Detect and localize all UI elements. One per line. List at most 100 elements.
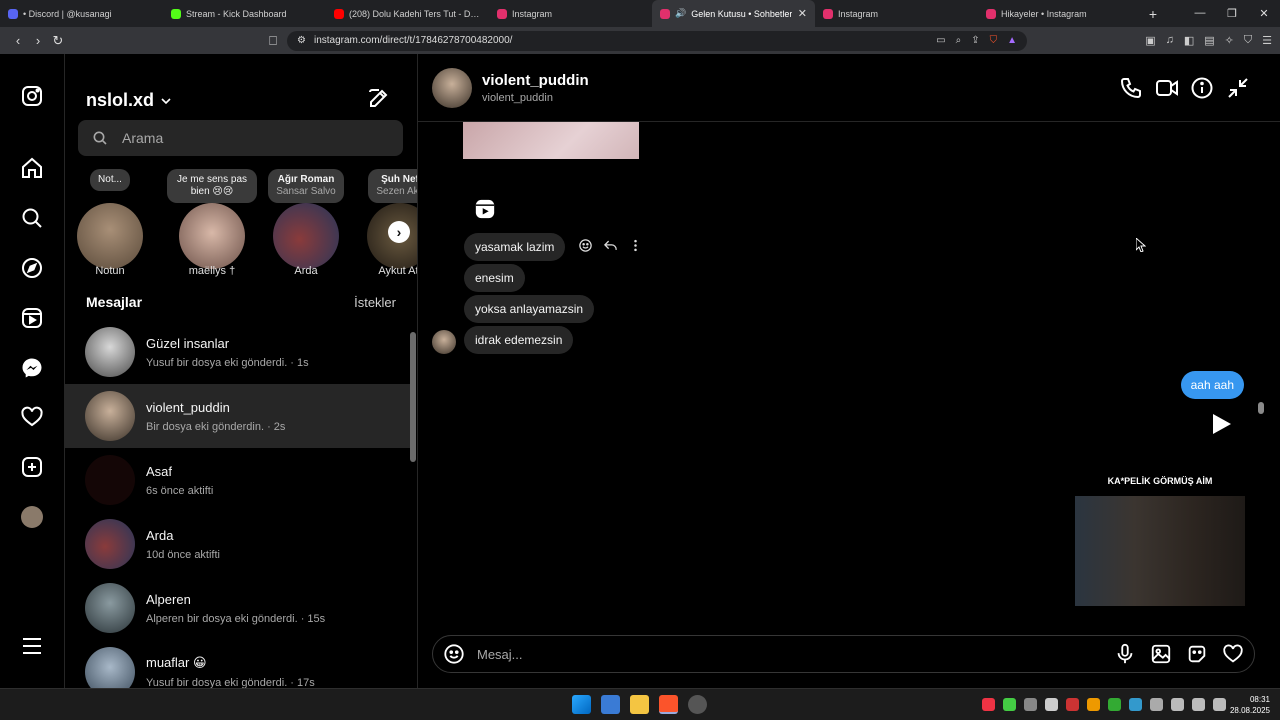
wallet-icon[interactable]: ▣ xyxy=(1145,34,1155,47)
video-call-icon[interactable] xyxy=(1155,76,1179,100)
image-upload-icon[interactable] xyxy=(1150,643,1172,665)
react-emoji-icon[interactable] xyxy=(578,238,593,253)
volume-icon[interactable] xyxy=(1192,698,1205,711)
inbox-scrollbar[interactable] xyxy=(409,324,417,684)
explore-icon[interactable] xyxy=(20,256,44,280)
chat-avatar[interactable] xyxy=(432,68,472,108)
url-field[interactable]: ⚙ instagram.com/direct/t/178462787004820… xyxy=(287,30,1027,51)
sticker-icon[interactable] xyxy=(1186,643,1208,665)
tray-app-icon[interactable] xyxy=(1045,698,1058,711)
conversation-item[interactable]: Arda 10d önce aktifti xyxy=(65,512,410,576)
chat-scrollbar[interactable] xyxy=(1257,124,1265,618)
browser-tab[interactable]: Instagram xyxy=(489,0,652,27)
new-tab-icon[interactable]: + xyxy=(1141,6,1165,22)
browser-tab[interactable]: (208) Dolu Kadehi Ters Tut - Dilerim xyxy=(326,0,489,27)
file-explorer-icon[interactable] xyxy=(630,695,649,714)
forward-icon[interactable]: › xyxy=(28,33,48,48)
incoming-message[interactable]: yoksa anlayamazsin xyxy=(464,295,595,323)
site-info-icon[interactable]: ⚙ xyxy=(297,35,306,46)
browser-tab[interactable]: • Discord | @kusanagi xyxy=(0,0,163,27)
conversation-item[interactable]: Asaf 6s önce aktifti xyxy=(65,448,410,512)
instagram-logo-icon[interactable] xyxy=(20,84,44,108)
vpn-icon[interactable]: ⛉ xyxy=(1244,34,1252,47)
media-icon[interactable]: ♫ xyxy=(1166,34,1174,47)
incoming-message[interactable]: idrak edemezsin xyxy=(464,326,574,354)
conversation-item[interactable]: Güzel insanlar Yusuf bir dosya eki gönder… xyxy=(65,320,410,384)
widgets-icon[interactable] xyxy=(601,695,620,714)
search-icon[interactable] xyxy=(20,206,44,230)
note-item[interactable]: Ağır Roman Sansar Salvo Arda xyxy=(261,169,351,277)
tray-app-icon[interactable] xyxy=(1024,698,1037,711)
microphone-icon[interactable] xyxy=(1150,698,1163,711)
menu-icon[interactable]: ☰ xyxy=(1262,34,1272,47)
play-icon[interactable] xyxy=(1210,412,1232,436)
incoming-message[interactable]: yasamak lazim xyxy=(464,233,566,261)
zoom-icon[interactable]: ⌕ xyxy=(956,35,962,46)
brave-shield-icon[interactable]: ⛉ xyxy=(990,35,998,46)
tray-app-icon[interactable] xyxy=(1066,698,1079,711)
search-input[interactable] xyxy=(122,130,382,146)
tray-app-icon[interactable] xyxy=(982,698,995,711)
like-heart-icon[interactable] xyxy=(1222,643,1244,665)
account-switcher[interactable]: nslol.xd xyxy=(86,90,172,111)
browser-tab-active[interactable]: 🔊 Gelen Kutusu • Sohbetler ✕ xyxy=(652,0,815,27)
scrollbar-thumb[interactable] xyxy=(410,332,416,462)
ai-icon[interactable]: ✧ xyxy=(1225,34,1234,47)
browser-tab[interactable]: Instagram xyxy=(815,0,978,27)
more-menu-icon[interactable] xyxy=(20,634,44,658)
home-icon[interactable] xyxy=(20,156,44,180)
share-icon[interactable]: ⇪ xyxy=(971,35,979,46)
bookmark-icon[interactable]: ⎕ xyxy=(263,33,283,49)
microphone-icon[interactable] xyxy=(1114,643,1136,665)
windows-start-icon[interactable] xyxy=(572,695,591,714)
tray-app-icon[interactable] xyxy=(1003,698,1016,711)
reel-icon[interactable] xyxy=(474,198,496,220)
battery-icon[interactable] xyxy=(1213,698,1226,711)
browser-tab[interactable]: Stream - Kick Dashboard xyxy=(163,0,326,27)
note-item[interactable]: Je me sens pas bien 😢😢 maëllys † xyxy=(167,169,257,277)
network-icon[interactable] xyxy=(1171,698,1184,711)
browser-tab[interactable]: Hikayeler • Instagram xyxy=(978,0,1141,27)
more-options-icon[interactable] xyxy=(628,238,643,253)
outgoing-message[interactable]: aah aah xyxy=(1180,371,1244,399)
back-icon[interactable]: ‹ xyxy=(8,33,28,48)
shared-video-thumbnail[interactable] xyxy=(1075,496,1245,606)
sidebar-icon[interactable]: ◧ xyxy=(1184,34,1194,47)
phone-call-icon[interactable] xyxy=(1119,76,1143,100)
incoming-message[interactable]: enesim xyxy=(464,264,525,292)
maximize-icon[interactable]: ❐ xyxy=(1216,7,1248,20)
reload-icon[interactable]: ↻ xyxy=(48,33,68,49)
note-item[interactable]: Şuh NefSezen Aks Aykut Atı xyxy=(355,169,417,277)
profile-avatar[interactable] xyxy=(21,506,43,528)
cast-icon[interactable]: ▭ xyxy=(936,35,945,46)
search-box[interactable] xyxy=(78,120,403,156)
brave-browser-icon[interactable] xyxy=(659,695,678,714)
note-item[interactable]: Not... Notun xyxy=(65,169,155,277)
shared-media-image[interactable] xyxy=(463,122,639,159)
close-window-icon[interactable]: ✕ xyxy=(1248,7,1280,20)
chevron-right-icon[interactable]: › xyxy=(388,221,410,243)
emoji-icon[interactable] xyxy=(443,643,465,665)
requests-link[interactable]: İstekler xyxy=(354,295,396,310)
notifications-heart-icon[interactable] xyxy=(20,405,44,429)
conversation-item-selected[interactable]: violent_puddin Bir dosya eki gönderdin. ·… xyxy=(65,384,410,448)
conversation-item[interactable]: muaflar 😀 Yusuf bir dosya eki gönderdi. ·… xyxy=(65,640,410,688)
extension-icon[interactable]: ▤ xyxy=(1204,34,1214,47)
new-message-icon[interactable] xyxy=(367,86,391,110)
tray-app-icon[interactable] xyxy=(1129,698,1142,711)
minimize-icon[interactable]: — xyxy=(1184,7,1216,20)
sender-avatar[interactable] xyxy=(432,330,456,354)
tray-app-icon[interactable] xyxy=(1087,698,1100,711)
minimize-chat-icon[interactable] xyxy=(1226,76,1250,100)
create-icon[interactable] xyxy=(20,455,44,479)
taskbar-clock[interactable]: 08:31 28.08.2025 xyxy=(1226,694,1270,716)
info-icon[interactable] xyxy=(1190,76,1214,100)
reels-icon[interactable] xyxy=(20,306,44,330)
message-input[interactable] xyxy=(477,646,1077,662)
scrollbar-thumb[interactable] xyxy=(1258,402,1264,414)
settings-gear-icon[interactable] xyxy=(688,695,707,714)
tray-app-icon[interactable] xyxy=(1108,698,1121,711)
rewards-icon[interactable]: ▲ xyxy=(1007,35,1017,46)
chat-title[interactable]: violent_puddin xyxy=(482,72,589,89)
messenger-icon[interactable] xyxy=(20,356,44,380)
